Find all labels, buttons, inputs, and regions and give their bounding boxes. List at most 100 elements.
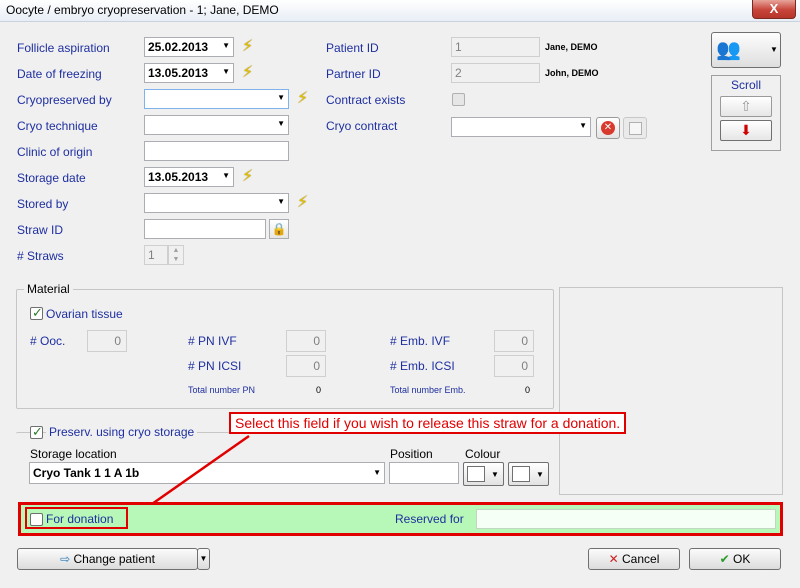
chevron-down-icon: ▼ [373,468,381,477]
arrow-up-icon: ⇧ [740,98,752,114]
reserved-for-input[interactable] [476,509,776,529]
for-donation-checkbox[interactable] [30,513,43,526]
cryo-contract-label: Cryo contract [326,119,398,133]
scroll-panel: Scroll ⇧ ⬇ [711,75,781,151]
total-pn-value: 0 [316,385,322,395]
partner-id-input: 2 [451,63,540,83]
straw-id-input[interactable] [144,219,266,239]
patient-name: Jane, DEMO [545,42,598,52]
cancel-icon: ✕ [608,552,619,566]
pn-ivf-input: 0 [286,330,326,352]
emb-icsi-label: # Emb. ICSI [390,359,455,373]
cryo-technique-select[interactable]: ▼ [144,115,289,135]
chevron-down-icon: ▼ [277,197,285,206]
partner-id-label: Partner ID [326,67,381,81]
storage-date-label: Storage date [17,171,86,185]
ooc-label: # Ooc. [30,334,66,348]
straw-id-label: Straw ID [17,223,64,237]
scroll-label: Scroll [730,78,761,92]
for-donation-label[interactable]: For donation [46,512,113,526]
preserv-label[interactable]: Preserv. using cryo storage [46,425,198,439]
open-contract-button[interactable] [623,117,647,139]
colour-label: Colour [465,447,501,461]
straws-input[interactable]: 1 [144,245,168,265]
lightning-icon[interactable]: ⚡ [242,39,253,55]
straws-stepper[interactable]: ▲ ▼ [168,245,184,265]
colour-swatch [512,466,530,482]
partner-name: John, DEMO [545,68,599,78]
window-title: Oocyte / embryo cryopreservation - 1; Ja… [6,3,279,17]
ok-label: OK [733,552,751,566]
side-panel [559,287,783,495]
pn-icsi-label: # PN ICSI [188,359,242,373]
delete-icon: ✕ [601,121,615,135]
straws-label: # Straws [17,249,64,263]
donation-row: For donation Reserved for [18,502,783,536]
ovarian-tissue-label[interactable]: Ovarian tissue [46,307,123,321]
chevron-down-icon: ▼ [770,45,778,54]
lightning-icon[interactable]: ⚡ [242,169,253,185]
cancel-button[interactable]: ✕ Cancel [588,548,680,570]
ok-button[interactable]: ✔ OK [689,548,781,570]
follicle-aspiration-label: Follicle aspiration [17,41,110,55]
storage-location-value: Cryo Tank 1 1 A 1b [33,466,140,480]
cryopreserved-by-label: Cryopreserved by [17,93,112,107]
follicle-aspiration-value: 25.02.2013 [148,40,209,54]
change-patient-label: Change patient [73,552,155,566]
contract-exists-label: Contract exists [326,93,406,107]
cryo-contract-select[interactable]: ▼ [451,117,591,137]
chevron-down-icon: ▼ [222,171,230,180]
storage-date-date[interactable]: 13.05.2013 ▼ [144,167,234,187]
patient-id-label: Patient ID [326,41,379,55]
delete-contract-button[interactable]: ✕ [596,117,620,139]
storage-location-label: Storage location [30,447,117,461]
stored-by-select[interactable]: ▼ [144,193,289,213]
chevron-down-icon: ▼ [579,121,587,130]
reserved-for-label: Reserved for [395,512,464,526]
ooc-input: 0 [87,330,127,352]
total-pn-label: Total number PN [188,385,256,395]
chevron-down-icon: ▼ [199,554,208,563]
lookup-icon[interactable]: 🔒 [269,219,289,239]
title-bar: Oocyte / embryo cryopreservation - 1; Ja… [0,0,800,22]
lightning-icon[interactable]: ⚡ [297,91,308,107]
lightning-icon[interactable]: ⚡ [297,195,308,211]
follicle-aspiration-date[interactable]: 25.02.2013 ▼ [144,37,234,57]
scroll-up-button[interactable]: ⇧ [720,96,772,117]
clinic-of-origin-input[interactable] [144,141,289,161]
document-icon [629,122,642,135]
check-icon: ✔ [719,552,730,566]
colour-swatch [467,466,485,482]
change-patient-button[interactable]: ⇨ Change patient [17,548,198,570]
patient-tools-button[interactable]: 👥 ▼ [711,32,781,68]
people-icon: 👥 [716,39,741,61]
preserv-checkbox[interactable] [30,424,43,440]
clinic-of-origin-label: Clinic of origin [17,145,93,159]
cryo-technique-label: Cryo technique [17,119,98,133]
pn-ivf-label: # PN IVF [188,334,237,348]
close-button[interactable]: X [752,0,796,19]
emb-ivf-input: 0 [494,330,534,352]
lightning-icon[interactable]: ⚡ [242,65,253,81]
ovarian-tissue-checkbox[interactable] [30,305,43,321]
storage-location-select[interactable]: Cryo Tank 1 1 A 1b ▼ [29,462,385,484]
chevron-down-icon: ▼ [277,119,285,128]
chevron-down-icon: ▼ [491,470,499,479]
colour-select-2[interactable]: ▼ [508,462,549,486]
date-of-freezing-label: Date of freezing [17,67,102,81]
change-patient-dropdown[interactable]: ▼ [197,548,210,570]
colour-select-1[interactable]: ▼ [463,462,504,486]
pn-icsi-input: 0 [286,355,326,377]
date-of-freezing-date[interactable]: 13.05.2013 ▼ [144,63,234,83]
chevron-down-icon: ▼ [222,41,230,50]
emb-ivf-label: # Emb. IVF [390,334,451,348]
cryopreserved-by-select[interactable]: ▼ [144,89,289,109]
chevron-down-icon: ▼ [536,470,544,479]
position-input[interactable] [389,462,459,484]
scroll-down-button[interactable]: ⬇ [720,120,772,141]
chevron-down-icon: ▼ [222,67,230,76]
cancel-label: Cancel [622,552,660,566]
callout-note: Select this field if you wish to release… [229,412,627,434]
emb-icsi-input: 0 [494,355,534,377]
storage-date-value: 13.05.2013 [148,170,209,184]
